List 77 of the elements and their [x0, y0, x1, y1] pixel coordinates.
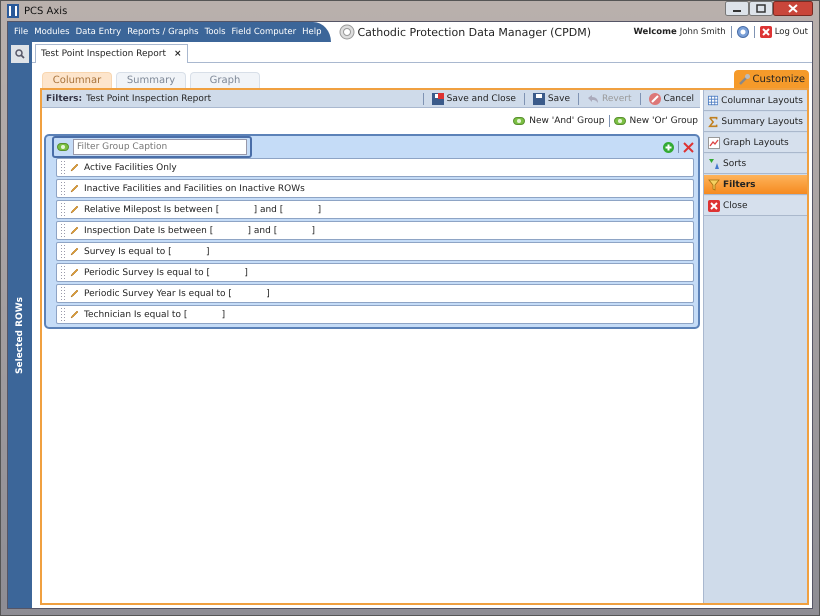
condition-text: Active Facilities Only	[84, 162, 177, 172]
pencil-icon[interactable]	[70, 184, 79, 193]
user-name: John Smith	[680, 27, 726, 37]
side-panel-button[interactable]: Sorts	[704, 154, 807, 174]
menu-item[interactable]: Field Computer	[228, 27, 300, 37]
table-icon	[708, 95, 718, 106]
toolbar-button[interactable]: Save and Close	[430, 92, 518, 104]
document-tab[interactable]: Test Point Inspection Report ×	[35, 44, 188, 63]
caption-field[interactable]: Filter Group Caption	[52, 136, 252, 158]
new-group-link[interactable]: New 'Or' Group	[614, 116, 698, 126]
add-icon[interactable]	[663, 142, 674, 152]
pencil-icon[interactable]	[70, 205, 79, 214]
filter-condition-row[interactable]: Periodic Survey Year Is equal to [ ]	[56, 284, 694, 303]
pencil-icon[interactable]	[70, 268, 79, 277]
new-group-link[interactable]: New 'And' Group	[513, 116, 605, 126]
delete-icon[interactable]	[683, 142, 694, 152]
floppy-close-icon	[432, 92, 444, 104]
tab-title: Test Point Inspection Report	[41, 49, 166, 59]
customize-button[interactable]: Customize	[734, 70, 809, 88]
chart-icon	[708, 136, 720, 148]
sigma-icon	[708, 116, 718, 128]
cancel-icon	[648, 92, 660, 104]
pencil-icon[interactable]	[70, 163, 79, 172]
condition-text: Inspection Date Is between [ ] and [ ]	[84, 226, 316, 236]
filter-condition-row[interactable]: Relative Milepost Is between [ ] and [ ]	[56, 200, 694, 219]
filters-label: Filters:	[46, 94, 82, 104]
maximize-icon[interactable]	[749, 1, 773, 16]
filter-condition-row[interactable]: Inspection Date Is between [ ] and [ ]	[56, 221, 694, 240]
menu-item[interactable]: Modules	[31, 27, 73, 37]
logout-link[interactable]: Log Out	[774, 27, 808, 37]
menu-item[interactable]: Reports / Graphs	[124, 27, 202, 37]
group-toggle-icon	[513, 117, 526, 125]
side-panel-button[interactable]: Columnar Layouts	[704, 91, 807, 111]
tab-close-button[interactable]: ×	[174, 49, 182, 59]
side-panel-button[interactable]: Filters	[704, 175, 807, 195]
sort-icon	[708, 158, 720, 170]
menu-item[interactable]: Data Entry	[72, 27, 124, 37]
filter-condition-row[interactable]: Survey Is equal to [ ]	[56, 242, 694, 261]
side-panel-button[interactable]: Summary Layouts	[704, 112, 807, 132]
toolbar-button[interactable]: Save	[530, 92, 572, 104]
side-panel-button[interactable]: Graph Layouts	[704, 133, 807, 153]
menu-item[interactable]: Help	[299, 27, 324, 37]
app-title: Cathodic Protection Data Manager (CPDM)	[358, 26, 591, 38]
condition-text: Periodic Survey Is equal to [ ]	[84, 268, 248, 278]
menu-item[interactable]: Tools	[202, 27, 229, 37]
pencil-icon[interactable]	[70, 289, 79, 298]
help-icon[interactable]	[736, 26, 749, 38]
logout-icon[interactable]	[760, 26, 772, 38]
minimize-icon[interactable]	[725, 1, 749, 16]
pencil-icon[interactable]	[70, 247, 79, 256]
filter-condition-row[interactable]: Periodic Survey Is equal to [ ]	[56, 263, 694, 282]
close-icon[interactable]	[773, 1, 813, 16]
search-icon	[15, 49, 25, 59]
condition-text: Inactive Facilities and Facilities on Inactive ROWs	[84, 184, 305, 194]
condition-text: Technician Is equal to [ ]	[84, 310, 226, 320]
search-button[interactable]	[11, 45, 29, 63]
filter-condition-row[interactable]: Technician Is equal to [ ]	[56, 305, 694, 324]
toolbar-button[interactable]: Cancel	[646, 92, 696, 104]
funnel-icon	[708, 178, 720, 190]
sidebar-label[interactable]: Selected ROWs	[15, 297, 25, 374]
condition-text: Relative Milepost Is between [ ] and [ ]	[84, 204, 322, 214]
filter-condition-row[interactable]: Inactive Facilities and Facilities on Inactive ROWs	[56, 179, 694, 198]
group-toggle-icon	[57, 143, 69, 151]
undo-arrow-icon	[587, 94, 600, 104]
menu-item[interactable]: File	[11, 27, 32, 37]
pencil-icon[interactable]	[70, 310, 79, 319]
close-icon	[708, 200, 720, 212]
condition-text: Periodic Survey Year Is equal to [ ]	[84, 288, 270, 298]
report-name: Test Point Inspection Report	[86, 94, 212, 104]
side-panel-button[interactable]: Close	[704, 196, 807, 216]
window-title: PCS Axis	[24, 6, 68, 16]
welcome-label: Welcome	[633, 27, 677, 37]
group-toggle-icon	[614, 117, 626, 125]
pencil-icon[interactable]	[70, 226, 79, 235]
app-logo-icon	[7, 4, 19, 18]
condition-text: Survey Is equal to [ ]	[84, 246, 210, 256]
filter-condition-row[interactable]: Active Facilities Only	[56, 158, 694, 177]
